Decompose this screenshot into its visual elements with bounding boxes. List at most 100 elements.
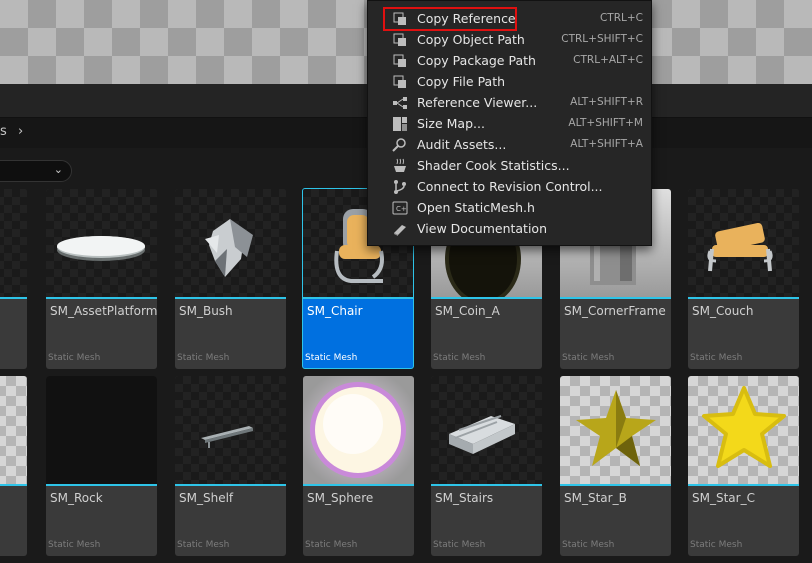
asset-type: Static Mesh <box>433 353 486 363</box>
asset-thumbnail <box>560 376 671 484</box>
asset-type-stripe <box>0 484 27 486</box>
filter-dropdown[interactable]: ⌄ <box>0 160 72 182</box>
asset-type-stripe <box>560 297 671 299</box>
menu-item-shortcut: CTRL+C <box>599 12 643 24</box>
copy-package-path-icon <box>393 54 406 67</box>
menu-item-label: Size Map... <box>417 116 485 131</box>
asset-tile-partial[interactable] <box>0 189 27 369</box>
documentation-icon <box>394 225 406 236</box>
menu-item-label: Copy Package Path <box>417 53 536 68</box>
asset-thumbnail <box>303 376 414 484</box>
menu-item-view-documentation[interactable]: View Documentation <box>368 218 651 239</box>
menu-item-label: Copy Reference <box>417 11 516 26</box>
menu-item-size-map[interactable]: Size Map... ALT+SHIFT+M <box>368 113 651 134</box>
menu-item-shortcut: ALT+SHIFT+R <box>570 96 643 108</box>
menu-item-reference-viewer[interactable]: Reference Viewer... ALT+SHIFT+R <box>368 92 651 113</box>
asset-thumbnail <box>431 376 542 484</box>
menu-item-label: Reference Viewer... <box>417 95 538 110</box>
asset-tile[interactable]: SM_Bush Static Mesh <box>175 189 286 369</box>
asset-name: SM_AssetPlatform <box>50 304 157 318</box>
asset-type-stripe <box>688 297 799 299</box>
asset-tile[interactable]: SM_Couch Static Mesh <box>688 189 799 369</box>
asset-name: SM_Star_B <box>564 491 627 505</box>
menu-item-shader-cook-statistics[interactable]: Shader Cook Statistics... <box>368 155 651 176</box>
asset-type-stripe <box>0 297 27 299</box>
menu-item-shortcut: ALT+SHIFT+A <box>570 138 643 150</box>
asset-name: SM_Sphere <box>307 491 374 505</box>
menu-item-shortcut: CTRL+ALT+C <box>573 54 643 66</box>
asset-name: SM_Shelf <box>179 491 234 505</box>
copy-object-path-icon <box>393 33 406 46</box>
menu-item-label: Copy File Path <box>417 74 506 89</box>
revision-control-icon <box>394 180 406 194</box>
asset-tile[interactable]: SM_Stairs Static Mesh <box>431 376 542 556</box>
reference-viewer-icon <box>393 97 407 109</box>
asset-thumbnail <box>0 376 27 484</box>
asset-thumbnail <box>0 189 27 297</box>
menu-item-copy-reference[interactable]: Copy Reference CTRL+C <box>368 7 651 31</box>
asset-type-stripe <box>303 484 414 486</box>
asset-tile[interactable]: SM_Rock Static Mesh <box>46 376 157 556</box>
menu-item-connect-revision-control[interactable]: Connect to Revision Control... <box>368 176 651 197</box>
copy-file-path-icon <box>393 75 406 88</box>
asset-tile-partial[interactable] <box>0 376 27 556</box>
menu-item-label: Shader Cook Statistics... <box>417 158 570 173</box>
menu-item-label: Audit Assets... <box>417 137 507 152</box>
asset-type: Static Mesh <box>433 540 486 550</box>
size-map-icon <box>393 117 407 131</box>
asset-name: SM_Coin_A <box>435 304 500 318</box>
chevron-down-icon: ⌄ <box>53 163 63 176</box>
asset-thumbnail <box>688 376 799 484</box>
context-menu: Copy Reference CTRL+C Copy Object Path C… <box>367 0 652 246</box>
asset-name: SM_Star_C <box>692 491 755 505</box>
open-header-icon: C+ <box>392 201 408 215</box>
breadcrumb-item[interactable]: s <box>0 124 7 139</box>
audit-assets-icon <box>392 138 406 152</box>
menu-item-copy-package-path[interactable]: Copy Package Path CTRL+ALT+C <box>368 50 651 71</box>
asset-tile[interactable]: SM_Star_C Static Mesh <box>688 376 799 556</box>
breadcrumb-chevron-icon[interactable]: › <box>18 124 23 139</box>
asset-type-stripe <box>560 484 671 486</box>
asset-type: Static Mesh <box>305 353 358 363</box>
asset-type: Static Mesh <box>690 540 743 550</box>
asset-name: SM_Chair <box>307 304 363 318</box>
menu-item-label: Connect to Revision Control... <box>417 179 603 194</box>
asset-type: Static Mesh <box>305 540 358 550</box>
asset-type: Static Mesh <box>562 353 615 363</box>
asset-type: Static Mesh <box>48 540 101 550</box>
asset-type: Static Mesh <box>177 353 230 363</box>
asset-name: SM_Bush <box>179 304 233 318</box>
asset-tile[interactable]: SM_Sphere Static Mesh <box>303 376 414 556</box>
asset-type: Static Mesh <box>562 540 615 550</box>
menu-item-shortcut: ALT+SHIFT+M <box>568 117 643 129</box>
asset-tile[interactable]: SM_Star_B Static Mesh <box>560 376 671 556</box>
asset-type-stripe <box>46 484 157 486</box>
asset-tile[interactable]: SM_AssetPlatform Static Mesh <box>46 189 157 369</box>
asset-type: Static Mesh <box>48 353 101 363</box>
menu-item-copy-object-path[interactable]: Copy Object Path CTRL+SHIFT+C <box>368 29 651 50</box>
asset-thumbnail <box>175 376 286 484</box>
asset-thumbnail <box>688 189 799 297</box>
asset-name: SM_Stairs <box>435 491 494 505</box>
asset-type-stripe <box>303 297 413 299</box>
asset-name: SM_CornerFrame <box>564 304 666 318</box>
menu-item-label: View Documentation <box>417 221 547 236</box>
copy-reference-icon <box>393 12 406 25</box>
shader-cook-icon <box>394 158 406 172</box>
asset-thumbnail <box>175 189 286 297</box>
menu-item-copy-file-path[interactable]: Copy File Path <box>368 71 651 92</box>
asset-type-stripe <box>688 484 799 486</box>
asset-type-stripe <box>431 484 542 486</box>
asset-type: Static Mesh <box>690 353 743 363</box>
menu-item-label: Open StaticMesh.h <box>417 200 535 215</box>
asset-type-stripe <box>46 297 157 299</box>
content-browser-window: { "breadcrumb": { "tail": "s", "separato… <box>0 0 812 563</box>
menu-item-audit-assets[interactable]: Audit Assets... ALT+SHIFT+A <box>368 134 651 155</box>
menu-item-label: Copy Object Path <box>417 32 525 47</box>
menu-item-shortcut: CTRL+SHIFT+C <box>561 33 643 45</box>
menu-item-open-staticmesh-h[interactable]: C+ Open StaticMesh.h <box>368 197 651 218</box>
asset-thumbnail <box>46 376 157 484</box>
asset-name: SM_Rock <box>50 491 103 505</box>
asset-type: Static Mesh <box>177 540 230 550</box>
asset-tile[interactable]: SM_Shelf Static Mesh <box>175 376 286 556</box>
